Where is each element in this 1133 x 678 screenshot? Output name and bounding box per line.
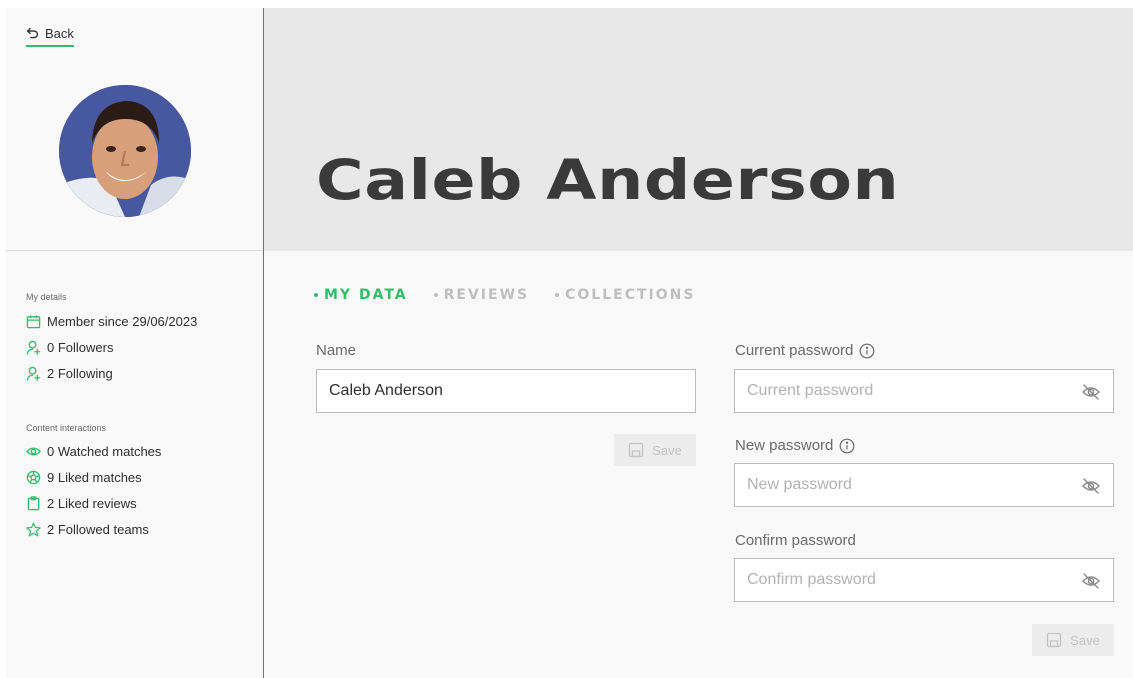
user-plus-icon <box>26 366 41 381</box>
save-name-button[interactable]: Save <box>614 434 696 466</box>
content-interactions-heading: Content interactions <box>26 423 107 433</box>
content-interactions-list: 0 Watched matches 9 Liked matches 2 Like… <box>26 438 161 542</box>
new-password-box <box>734 463 1114 507</box>
app-frame: Back My details Member since 29/06/2023 … <box>6 8 1133 678</box>
undo-arrow-icon <box>26 27 38 39</box>
eye-off-icon[interactable] <box>1081 382 1101 402</box>
tab-my-data[interactable]: MY DATA <box>314 287 408 303</box>
tab-dot <box>555 293 560 297</box>
page-title: Caleb Anderson <box>316 148 900 212</box>
liked-matches-item: 9 Liked matches <box>26 464 161 490</box>
watched-matches-item: 0 Watched matches <box>26 438 161 464</box>
profile-tabs: MY DATA REVIEWS COLLECTIONS <box>314 287 695 303</box>
liked-reviews-item: 2 Liked reviews <box>26 490 161 516</box>
back-button[interactable]: Back <box>26 26 74 47</box>
following-item: 2 Following <box>26 360 197 386</box>
eye-off-icon[interactable] <box>1081 571 1101 591</box>
my-details-heading: My details <box>26 292 67 302</box>
confirm-password-label: Confirm password <box>735 532 856 549</box>
name-field-box <box>316 369 696 413</box>
save-icon <box>629 442 644 458</box>
clipboard-icon <box>27 495 40 510</box>
info-icon[interactable] <box>839 438 855 454</box>
followed-teams-item: 2 Followed teams <box>26 516 161 542</box>
eye-icon <box>26 447 41 455</box>
tab-reviews[interactable]: REVIEWS <box>433 287 529 303</box>
avatar-image <box>59 85 191 217</box>
calendar-icon <box>26 314 41 328</box>
profile-header: Caleb Anderson <box>264 8 1133 251</box>
followers-item: 0 Followers <box>26 334 197 360</box>
save-password-button[interactable]: Save <box>1032 624 1114 656</box>
current-password-label: Current password <box>735 342 875 359</box>
sidebar-divider <box>6 250 263 251</box>
member-since-item: Member since 29/06/2023 <box>26 308 197 334</box>
save-icon <box>1047 632 1062 648</box>
avatar <box>59 85 191 217</box>
soccer-ball-icon <box>26 470 41 484</box>
tab-dot <box>314 293 318 297</box>
tab-dot <box>433 293 438 297</box>
new-password-label: New password <box>735 437 855 454</box>
confirm-password-box <box>734 558 1114 602</box>
current-password-input[interactable] <box>735 370 1113 412</box>
my-details-list: Member since 29/06/2023 0 Followers 2 Fo… <box>26 308 197 386</box>
tab-collections[interactable]: COLLECTIONS <box>555 287 695 303</box>
confirm-password-input[interactable] <box>735 559 1113 601</box>
sidebar: Back My details Member since 29/06/2023 … <box>6 8 264 678</box>
current-password-box <box>734 369 1114 413</box>
back-label: Back <box>45 26 74 41</box>
new-password-input[interactable] <box>735 464 1113 506</box>
eye-off-icon[interactable] <box>1081 476 1101 496</box>
name-label: Name <box>316 342 357 359</box>
name-input[interactable] <box>317 370 695 412</box>
user-plus-icon <box>26 340 41 355</box>
info-icon[interactable] <box>859 343 875 359</box>
star-icon <box>26 522 41 536</box>
